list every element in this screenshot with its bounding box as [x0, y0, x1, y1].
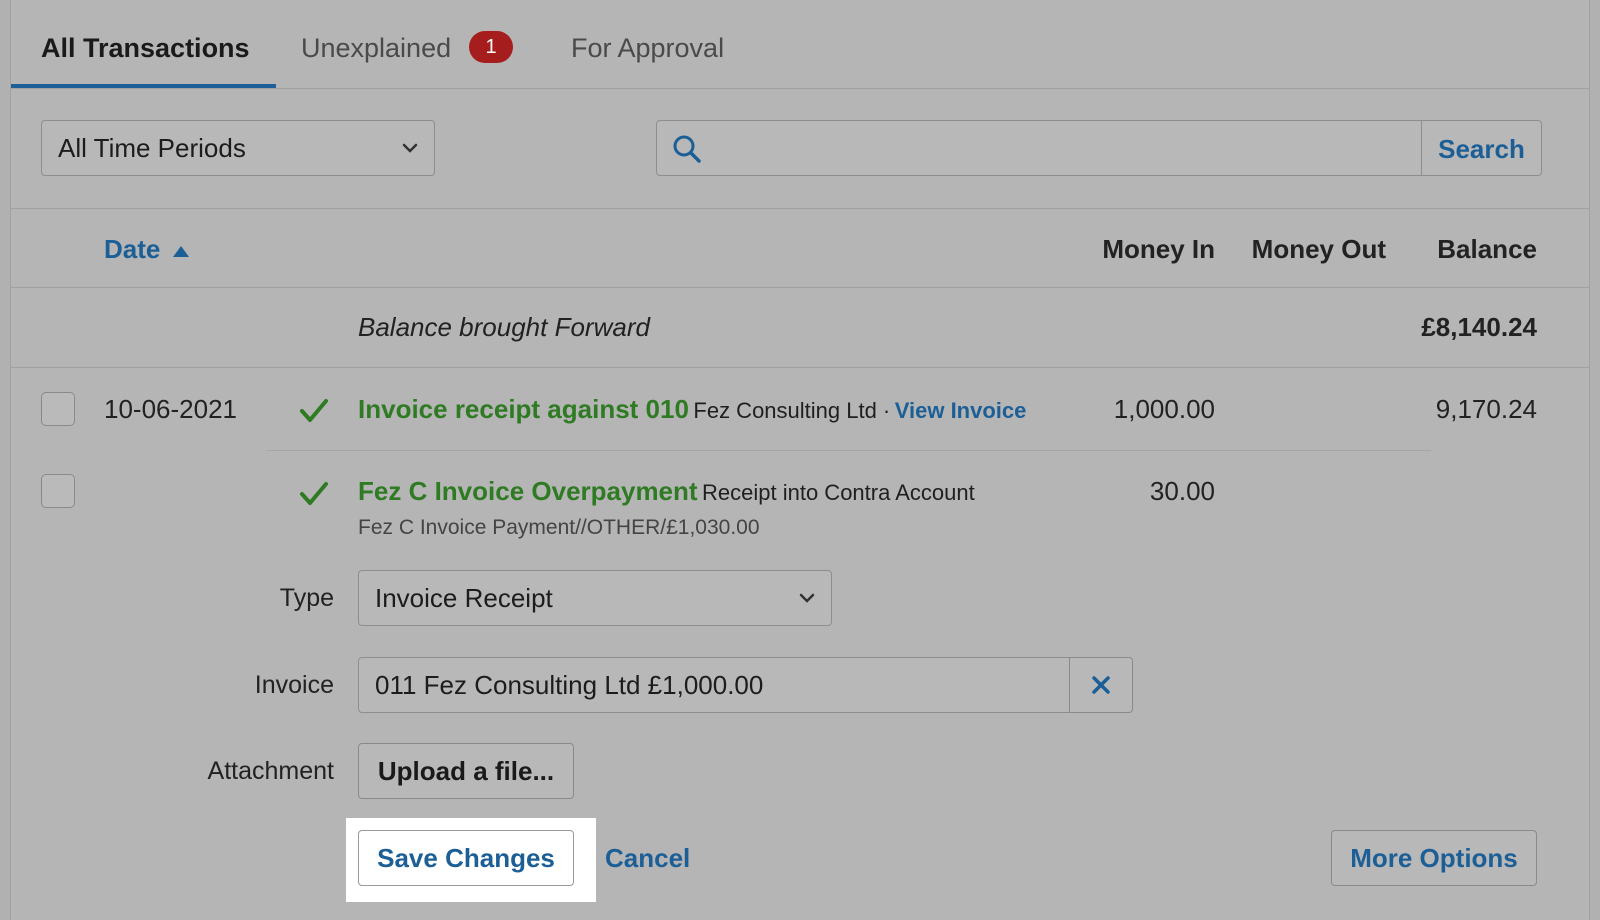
type-select[interactable]: Invoice Receipt — [358, 570, 832, 626]
search-button[interactable]: Search — [1421, 121, 1541, 175]
view-invoice-link[interactable]: View Invoice — [895, 398, 1027, 423]
tab-unexplained[interactable]: Unexplained 1 — [301, 0, 514, 89]
type-label: Type — [279, 584, 334, 612]
type-value: Invoice Receipt — [375, 583, 553, 613]
tab-label: All Transactions — [41, 33, 250, 63]
time-period-value: All Time Periods — [58, 133, 246, 163]
upload-file-button[interactable]: Upload a file... — [358, 743, 574, 799]
tab-bar: All Transactions Unexplained 1 For Approv… — [11, 0, 1589, 89]
tab-for-approval[interactable]: For Approval — [571, 0, 724, 89]
money-in-amount: 30.00 — [1149, 476, 1215, 506]
tab-label: For Approval — [571, 33, 725, 63]
close-icon — [1092, 676, 1110, 694]
date-column-header[interactable]: Date — [104, 209, 190, 289]
search-input[interactable] — [717, 121, 1417, 175]
time-period-select[interactable]: All Time Periods — [41, 120, 435, 176]
balance-forward-amount: £8,140.24 — [1421, 312, 1537, 342]
money-in-header: Money In — [1102, 234, 1215, 264]
sort-ascending-icon — [172, 246, 189, 258]
row-checkbox[interactable] — [41, 474, 75, 508]
invoice-field[interactable]: 011 Fez Consulting Ltd £1,000.00 — [358, 657, 1070, 713]
transaction-title: Invoice receipt against 010 — [358, 394, 689, 424]
balance-forward-row: Balance brought Forward £8,140.24 — [11, 288, 1589, 368]
tab-label: Unexplained — [301, 33, 452, 63]
chevron-down-icon — [799, 593, 815, 603]
transaction-description: Invoice receipt against 010 Fez Consulti… — [358, 392, 1026, 431]
clear-invoice-button[interactable] — [1069, 657, 1133, 713]
chevron-down-icon — [402, 143, 418, 153]
search-icon — [673, 135, 701, 163]
transaction-reference: Fez C Invoice Payment//OTHER/£1,030.00 — [358, 516, 760, 539]
active-tab-indicator — [11, 84, 276, 88]
save-changes-button[interactable]: Save Changes — [358, 830, 574, 886]
balance-header: Balance — [1437, 234, 1537, 264]
more-options-button[interactable]: More Options — [1331, 830, 1537, 886]
balance-forward-label: Balance brought Forward — [358, 312, 650, 342]
money-out-header: Money Out — [1251, 234, 1386, 264]
checkmark-icon — [300, 482, 328, 505]
transaction-date: 10-06-2021 — [104, 394, 237, 424]
transaction-detail: Receipt into Contra Account — [702, 480, 975, 505]
date-header-label: Date — [104, 234, 161, 264]
transaction-title: Fez C Invoice Overpayment — [358, 476, 698, 506]
balance-amount: 9,170.24 — [1435, 394, 1537, 424]
transaction-contact: Fez Consulting Ltd · — [693, 398, 891, 423]
transaction-description: Fez C Invoice Overpayment Receipt into C… — [358, 474, 975, 513]
cancel-button[interactable]: Cancel — [605, 840, 690, 876]
row-divider — [266, 450, 1431, 451]
filter-bar: All Time Periods Search — [11, 89, 1589, 209]
checkmark-icon — [300, 399, 328, 422]
tab-all-transactions[interactable]: All Transactions — [41, 0, 250, 89]
attachment-label: Attachment — [207, 757, 334, 785]
search-field: Search — [656, 120, 1542, 176]
transactions-panel: All Transactions Unexplained 1 For Approv… — [10, 0, 1590, 920]
unexplained-count-badge: 1 — [469, 30, 514, 63]
table-header: Date Money In Money Out Balance — [11, 209, 1589, 288]
invoice-label: Invoice — [254, 671, 334, 699]
row-checkbox[interactable] — [41, 392, 75, 426]
money-in-amount: 1,000.00 — [1113, 394, 1215, 424]
